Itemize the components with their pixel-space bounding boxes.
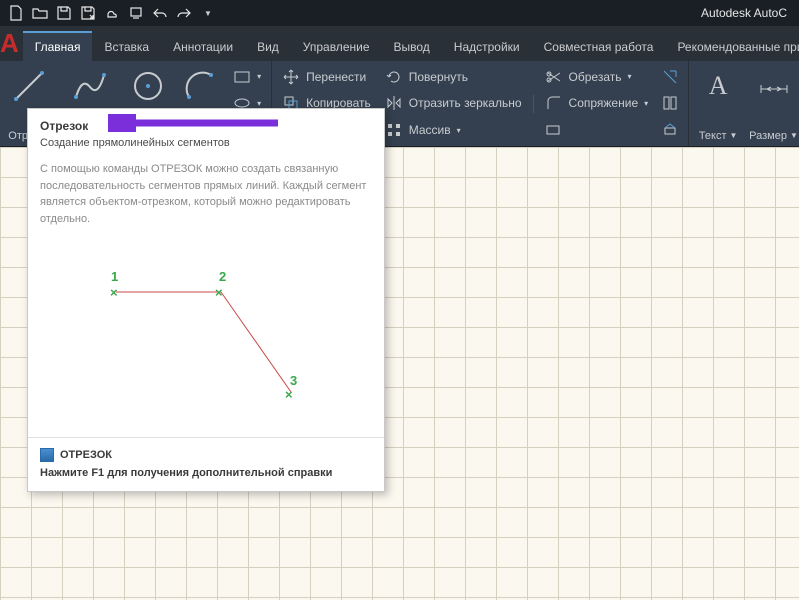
pt3-label: 3 <box>290 373 297 388</box>
fillet-button[interactable]: Сопряжение▾ <box>539 91 655 115</box>
arc-icon <box>182 68 218 104</box>
tab-output[interactable]: Вывод <box>382 33 442 61</box>
pt1-label: 1 <box>111 269 118 284</box>
autocad-logo-icon[interactable]: A <box>0 26 19 61</box>
tooltip-footer: ОТРЕЗОК Нажмите F1 для получения дополни… <box>28 437 384 491</box>
array-icon <box>385 121 403 139</box>
stretch-icon[interactable] <box>539 118 655 142</box>
tooltip-help: Нажмите F1 для получения дополнительной … <box>40 466 372 481</box>
rotate-icon <box>385 68 403 86</box>
modify-icon-1[interactable] <box>656 65 684 89</box>
fillet-icon <box>545 94 563 112</box>
rectangle-icon[interactable]: ▾ <box>227 65 267 89</box>
tab-manage[interactable]: Управление <box>291 33 382 61</box>
svg-text:×: × <box>285 387 293 402</box>
fillet-label: Сопряжение <box>569 96 639 110</box>
dimension-icon <box>756 68 792 104</box>
tooltip-command: ОТРЕЗОК <box>60 449 112 461</box>
dimension-label: Размер <box>749 130 787 142</box>
annotation-arrow <box>108 114 288 132</box>
tooltip-subtitle: Создание прямолинейных сегментов <box>28 137 384 161</box>
modify-icon-2[interactable] <box>656 91 684 115</box>
tooltip-illustration: 1 × 2 × 3 × <box>40 237 372 437</box>
tab-view[interactable]: Вид <box>245 33 291 61</box>
dimension-button[interactable]: Размер▼ <box>745 64 799 144</box>
app-title: Autodesk AutoC <box>701 6 793 20</box>
open-icon[interactable] <box>30 3 50 23</box>
move-button[interactable]: Перенести <box>276 65 377 89</box>
rotate-label: Повернуть <box>409 70 468 84</box>
svg-text:×: × <box>215 285 223 300</box>
quick-access-toolbar: ▼ Autodesk AutoC <box>0 0 799 26</box>
line-icon <box>11 68 47 104</box>
tab-recommended[interactable]: Рекомендованные прилож <box>665 33 799 61</box>
cloud-icon[interactable] <box>102 3 122 23</box>
tab-insert[interactable]: Вставка <box>92 33 161 61</box>
trim-icon <box>545 68 563 86</box>
trim-label: Обрезать <box>569 70 622 84</box>
tab-annotate[interactable]: Аннотации <box>161 33 245 61</box>
mirror-icon <box>385 94 403 112</box>
new-icon[interactable] <box>6 3 26 23</box>
array-label: Массив <box>409 123 451 137</box>
tab-addins[interactable]: Надстройки <box>442 33 532 61</box>
save-icon[interactable] <box>54 3 74 23</box>
move-label: Перенести <box>306 70 366 84</box>
modify-icon-3[interactable] <box>656 118 684 142</box>
tooltip-description: С помощью команды ОТРЕЗОК можно создать … <box>28 161 384 237</box>
redo-icon[interactable] <box>174 3 194 23</box>
polyline-icon <box>71 68 107 104</box>
mirror-button[interactable]: Отразить зеркально <box>379 91 528 115</box>
trim-button[interactable]: Обрезать▾ <box>539 65 655 89</box>
command-icon <box>40 448 54 462</box>
text-label: Текст <box>699 130 727 142</box>
array-button[interactable]: Массив▾ <box>379 118 528 142</box>
tab-collaborate[interactable]: Совместная работа <box>532 33 666 61</box>
tab-bar: A Главная Вставка Аннотации Вид Управлен… <box>0 26 799 61</box>
tab-main[interactable]: Главная <box>23 31 93 61</box>
qat-dropdown-icon[interactable]: ▼ <box>198 3 218 23</box>
plot-icon[interactable] <box>126 3 146 23</box>
pt2-label: 2 <box>219 269 226 284</box>
separator <box>533 95 534 113</box>
rotate-button[interactable]: Повернуть <box>379 65 528 89</box>
tooltip: Отрезок Создание прямолинейных сегментов… <box>27 108 385 492</box>
ribbon-panel-annotation: A Текст▼ Размер▼ Ли Вы Таб <box>689 61 799 146</box>
mirror-label: Отразить зеркально <box>409 96 522 110</box>
move-icon <box>282 68 300 86</box>
text-icon: A <box>700 68 736 104</box>
svg-text:×: × <box>110 285 118 300</box>
circle-icon <box>130 68 166 104</box>
saveas-icon[interactable] <box>78 3 98 23</box>
undo-icon[interactable] <box>150 3 170 23</box>
text-button[interactable]: A Текст▼ <box>693 64 743 144</box>
